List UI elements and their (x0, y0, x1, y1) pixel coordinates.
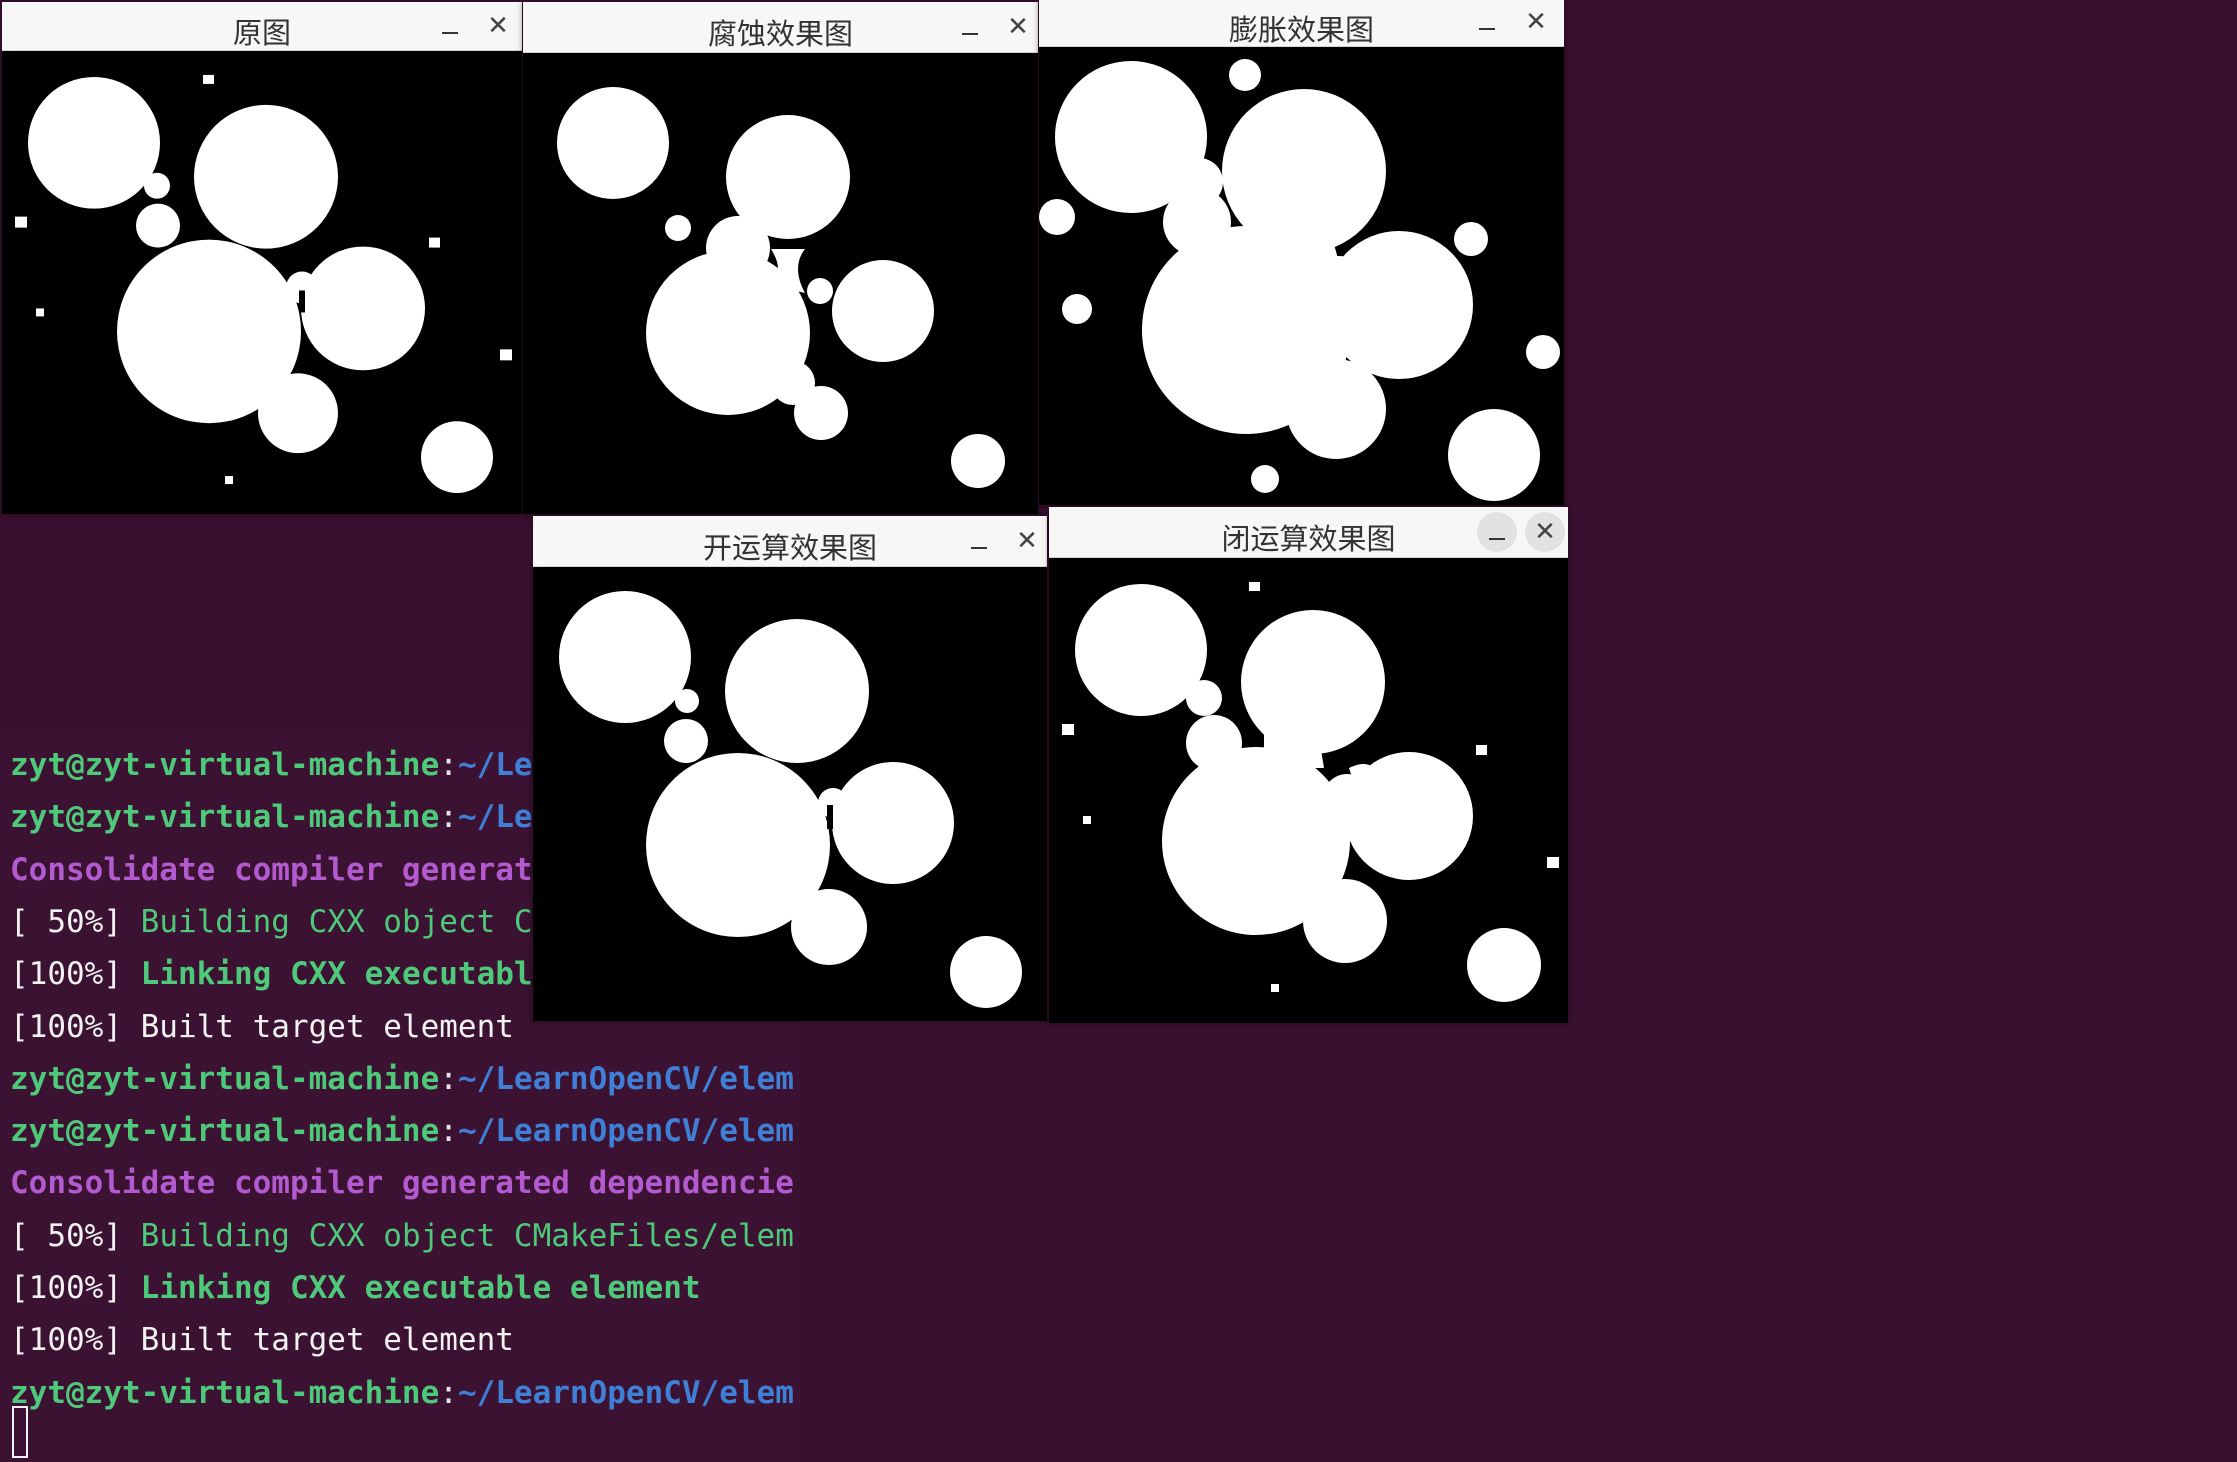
window-original[interactable]: 原图 ✕ (2, 2, 522, 514)
build-progress: [ 50%] (10, 1217, 141, 1254)
prompt-separator: : (439, 1060, 458, 1097)
terminal-line: zyt@zyt-virtual-machine:~/LearnOpenCV/el… (10, 1111, 794, 1151)
titlebar[interactable]: 开运算效果图 ✕ (533, 516, 1047, 567)
image-dilation (1039, 59, 1560, 501)
prompt-path: ~/LearnOpenCV/elem (457, 1113, 794, 1150)
build-message: Building CXX object CMakeFiles/elem (140, 1217, 794, 1254)
terminal-line: [ 50%] Building CXX object CMakeFiles/el… (10, 1216, 794, 1256)
minimize-button[interactable] (430, 6, 470, 46)
terminal-line: [100%] Linking CXX executable element (10, 1268, 701, 1308)
minimize-icon (1479, 28, 1495, 30)
close-button[interactable]: ✕ (1516, 2, 1556, 42)
titlebar[interactable]: 原图 ✕ (2, 2, 522, 51)
titlebar[interactable]: 膨胀效果图 ✕ (1039, 0, 1564, 47)
prompt-separator: : (439, 1374, 458, 1411)
build-message: Linking CXX executable element (140, 1270, 701, 1306)
close-button[interactable]: ✕ (998, 7, 1038, 47)
minimize-icon (962, 33, 978, 35)
window-dilation[interactable]: 膨胀效果图 ✕ (1039, 0, 1564, 505)
terminal-line: zyt@zyt-virtual-machine:~/LearnOpenCV/el… (10, 1373, 794, 1413)
image-original (15, 74, 512, 494)
image-closing (1062, 582, 1559, 1002)
image-canvas (533, 567, 1047, 1021)
terminal-line: [100%] Built target element (10, 1320, 514, 1360)
image-opening (559, 591, 1022, 1008)
image-erosion (557, 87, 1005, 488)
build-progress: [100%] (10, 956, 141, 993)
window-closing[interactable]: 闭运算效果图 ✕ (1049, 507, 1568, 1023)
prompt-separator: : (439, 747, 458, 783)
minimize-icon (1489, 538, 1505, 540)
window-opening[interactable]: 开运算效果图 ✕ (533, 516, 1047, 1021)
window-erosion[interactable]: 腐蚀效果图 ✕ (523, 2, 1038, 514)
build-message: [100%] Built target element (10, 1322, 514, 1359)
prompt-user: zyt@zyt-virtual-machine (10, 1113, 440, 1150)
build-progress: [100%] (10, 1270, 141, 1306)
prompt-path: ~/LearnOpenCV/elem (457, 1374, 794, 1411)
minimize-icon (971, 547, 987, 549)
close-button[interactable]: ✕ (478, 6, 518, 46)
terminal-line: Consolidate compiler generated dependenc… (10, 1163, 794, 1203)
prompt-user: zyt@zyt-virtual-machine (10, 799, 440, 836)
minimize-button[interactable] (959, 521, 999, 561)
image-canvas (1049, 558, 1568, 1023)
image-canvas (1039, 47, 1564, 505)
titlebar[interactable]: 腐蚀效果图 ✕ (523, 2, 1038, 53)
minimize-icon (442, 32, 458, 34)
build-progress: [ 50%] (10, 903, 141, 940)
prompt-separator: : (439, 799, 458, 836)
prompt-user: zyt@zyt-virtual-machine (10, 747, 440, 783)
close-button[interactable]: ✕ (1525, 512, 1565, 552)
build-message: Consolidate compiler generated dependenc… (10, 1165, 794, 1202)
minimize-button[interactable] (950, 7, 990, 47)
build-message: [100%] Built target element (10, 1008, 514, 1045)
titlebar[interactable]: 闭运算效果图 ✕ (1049, 507, 1568, 558)
prompt-separator: : (439, 1113, 458, 1150)
prompt-path: ~/LearnOpenCV/elem (457, 1060, 794, 1097)
terminal-line: [100%] Built target element (10, 1007, 514, 1047)
prompt-user: zyt@zyt-virtual-machine (10, 1060, 440, 1097)
minimize-button[interactable] (1467, 2, 1507, 42)
terminal-line: zyt@zyt-virtual-machine:~/LearnOpenCV/el… (10, 1059, 794, 1099)
image-canvas (2, 51, 522, 514)
image-canvas (523, 53, 1038, 514)
minimize-button[interactable] (1477, 512, 1517, 552)
prompt-user: zyt@zyt-virtual-machine (10, 1374, 440, 1411)
close-button[interactable]: ✕ (1007, 521, 1047, 561)
terminal-cursor (12, 1406, 28, 1458)
